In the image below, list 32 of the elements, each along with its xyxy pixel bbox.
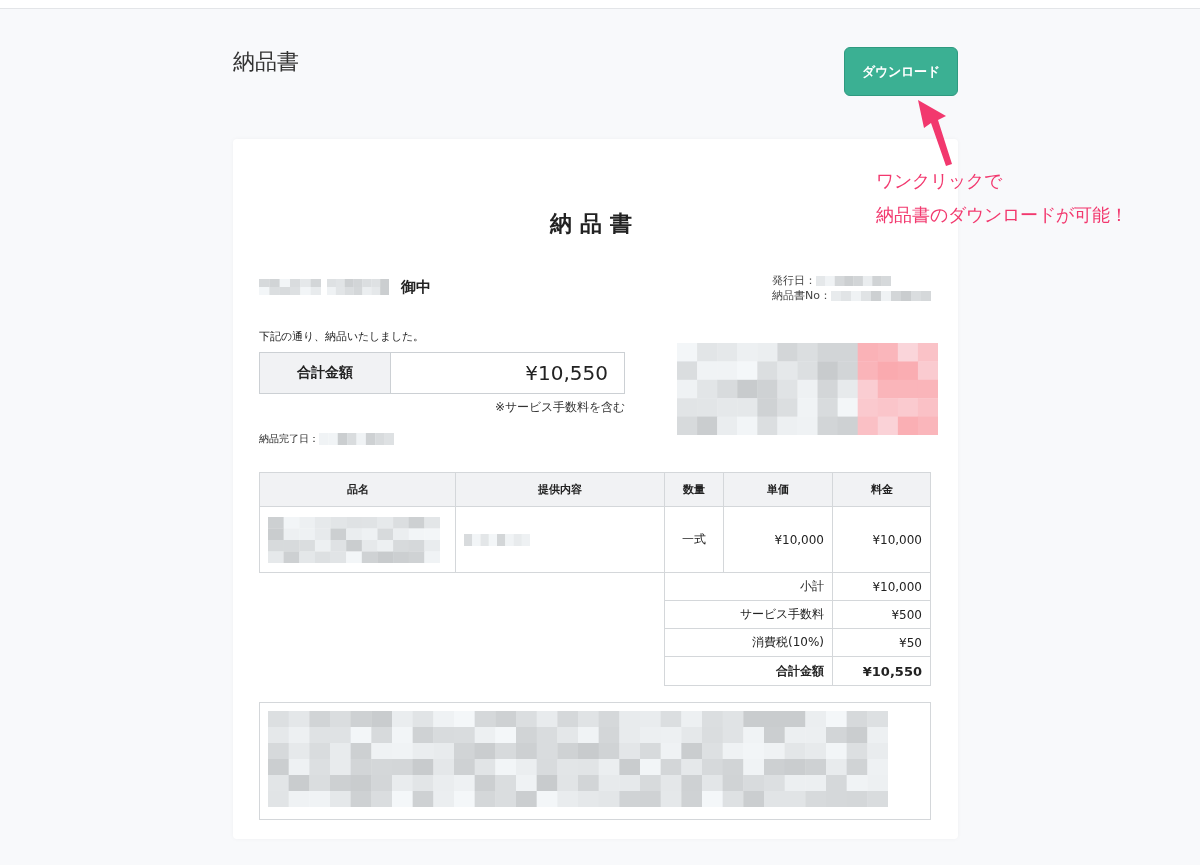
mosaic-redaction (464, 533, 530, 546)
download-button[interactable]: ダウンロード (844, 47, 958, 96)
mosaic-redaction (259, 279, 321, 295)
summary-label: 小計 (664, 572, 833, 601)
total-label: 合計金額 (260, 353, 391, 393)
intro-text: 下記の通り、納品いたしました。 (259, 329, 425, 344)
table-cell: 一式 (664, 506, 724, 573)
fee-note: ※サービス手数料を含む (494, 400, 625, 414)
total-value: ¥10,550 (524, 360, 609, 387)
annotation-text: 納品書のダウンロードが可能！ (876, 203, 1128, 227)
summary-label: 消費税(10%) (664, 628, 833, 657)
mosaic-redaction (327, 279, 389, 295)
column-header: 数量 (664, 472, 724, 507)
column-header: 提供内容 (455, 472, 665, 507)
summary-value: ¥10,000 (832, 572, 931, 601)
column-header: 単価 (723, 472, 833, 507)
document-title: 納品書 (550, 210, 640, 238)
meta-label: 発行日： (772, 273, 817, 288)
column-header: 品名 (259, 472, 456, 507)
table-cell: ¥10,000 (723, 506, 833, 573)
completion-label: 納品完了日： (259, 432, 319, 446)
summary-value: ¥500 (832, 600, 931, 629)
column-header: 料金 (832, 472, 931, 507)
page-title: 納品書 (233, 48, 299, 76)
table-cell: ¥10,000 (832, 506, 931, 573)
summary-value: ¥50 (832, 628, 931, 657)
summary-label: サービス手数料 (664, 600, 833, 629)
recipient-suffix: 御中 (401, 277, 431, 297)
annotation-text: ワンクリックで (876, 169, 1003, 193)
summary-value: ¥10,550 (832, 656, 931, 686)
meta-label: 納品書No： (772, 288, 831, 303)
summary-label: 合計金額 (664, 656, 833, 686)
